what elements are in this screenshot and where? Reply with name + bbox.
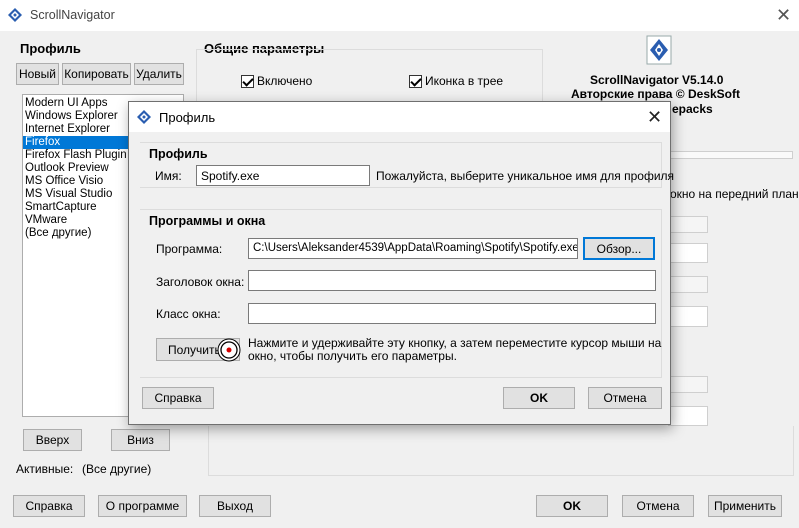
name-label: Имя: xyxy=(155,169,182,183)
dialog-ok-button[interactable]: OK xyxy=(503,387,575,409)
enabled-label: Включено xyxy=(257,74,313,88)
close-icon[interactable]: ✕ xyxy=(776,6,791,24)
enabled-checkbox[interactable] xyxy=(241,75,254,88)
tray-icon-checkbox[interactable] xyxy=(409,75,422,88)
dialog-cancel-button[interactable]: Отмена xyxy=(588,387,662,409)
browse-button[interactable]: Обзор... xyxy=(583,237,655,260)
window-title-label: Заголовок окна: xyxy=(156,275,245,289)
version-text: ScrollNavigator V5.14.0 xyxy=(590,73,724,87)
apply-button[interactable]: Применить xyxy=(708,495,782,517)
new-profile-button[interactable]: Новый xyxy=(16,63,59,85)
app-logo-icon xyxy=(646,35,672,65)
right-field-2[interactable] xyxy=(668,306,708,327)
about-button[interactable]: О программе xyxy=(98,495,187,517)
dialog-close-icon[interactable]: ✕ xyxy=(647,108,662,126)
right-combo-1[interactable] xyxy=(668,216,708,233)
copyright-text: Авторские права © DeskSoft xyxy=(571,87,740,101)
dialog-help-button[interactable]: Справка xyxy=(142,387,214,409)
move-down-button[interactable]: Вниз xyxy=(111,429,170,451)
copy-profile-button[interactable]: Копировать xyxy=(62,63,131,85)
active-value: (Все другие) xyxy=(82,462,152,476)
window-class-input[interactable] xyxy=(248,303,656,324)
get-window-button-label: Получить xyxy=(168,342,221,357)
profile-dialog: Профиль ✕ Профиль Имя: Spotify.exe Пожал… xyxy=(128,101,675,425)
dialog-app-icon xyxy=(137,110,151,124)
bring-front-label: окно на передний план xyxy=(670,187,799,201)
program-label: Программа: xyxy=(156,242,223,256)
name-hint: Пожалуйста, выберите уникальное имя для … xyxy=(376,169,675,183)
window-title-input[interactable] xyxy=(248,270,656,291)
dialog-title: Профиль xyxy=(159,110,216,125)
dialog-profile-group-title: Профиль xyxy=(149,147,208,161)
dialog-title-bar: Профиль ✕ xyxy=(129,102,670,132)
exit-button[interactable]: Выход xyxy=(199,495,271,517)
get-hint-line-1: Нажмите и удерживайте эту кнопку, а зате… xyxy=(248,336,662,350)
window-title: ScrollNavigator xyxy=(30,8,115,22)
name-input[interactable]: Spotify.exe xyxy=(196,165,370,186)
move-up-button[interactable]: Вверх xyxy=(23,429,82,451)
active-label: Активные: xyxy=(16,462,74,476)
profile-panel-title: Профиль xyxy=(20,41,81,56)
tray-icon-label: Иконка в трее xyxy=(425,74,504,88)
right-panel-strip xyxy=(668,151,793,159)
app-icon xyxy=(8,8,22,22)
right-field-3[interactable] xyxy=(668,406,708,426)
right-field-1[interactable] xyxy=(668,243,708,263)
ok-button[interactable]: OK xyxy=(536,495,608,517)
get-hint-line-2: окно, чтобы получить его параметры. xyxy=(248,349,457,363)
right-combo-3[interactable] xyxy=(668,376,708,393)
right-combo-2[interactable] xyxy=(668,276,708,293)
lower-right-group xyxy=(208,426,794,476)
title-bar: ScrollNavigator ✕ xyxy=(0,0,799,31)
help-button[interactable]: Справка xyxy=(13,495,85,517)
crosshair-target-icon[interactable] xyxy=(217,338,241,362)
about-partial-text: epacks xyxy=(672,102,713,116)
program-path-input[interactable]: C:\Users\Aleksander4539\AppData\Roaming\… xyxy=(248,238,578,259)
delete-profile-button[interactable]: Удалить xyxy=(134,63,184,85)
cancel-button[interactable]: Отмена xyxy=(622,495,694,517)
window-class-label: Класс окна: xyxy=(156,307,221,321)
dialog-programs-group-title: Программы и окна xyxy=(149,214,266,228)
